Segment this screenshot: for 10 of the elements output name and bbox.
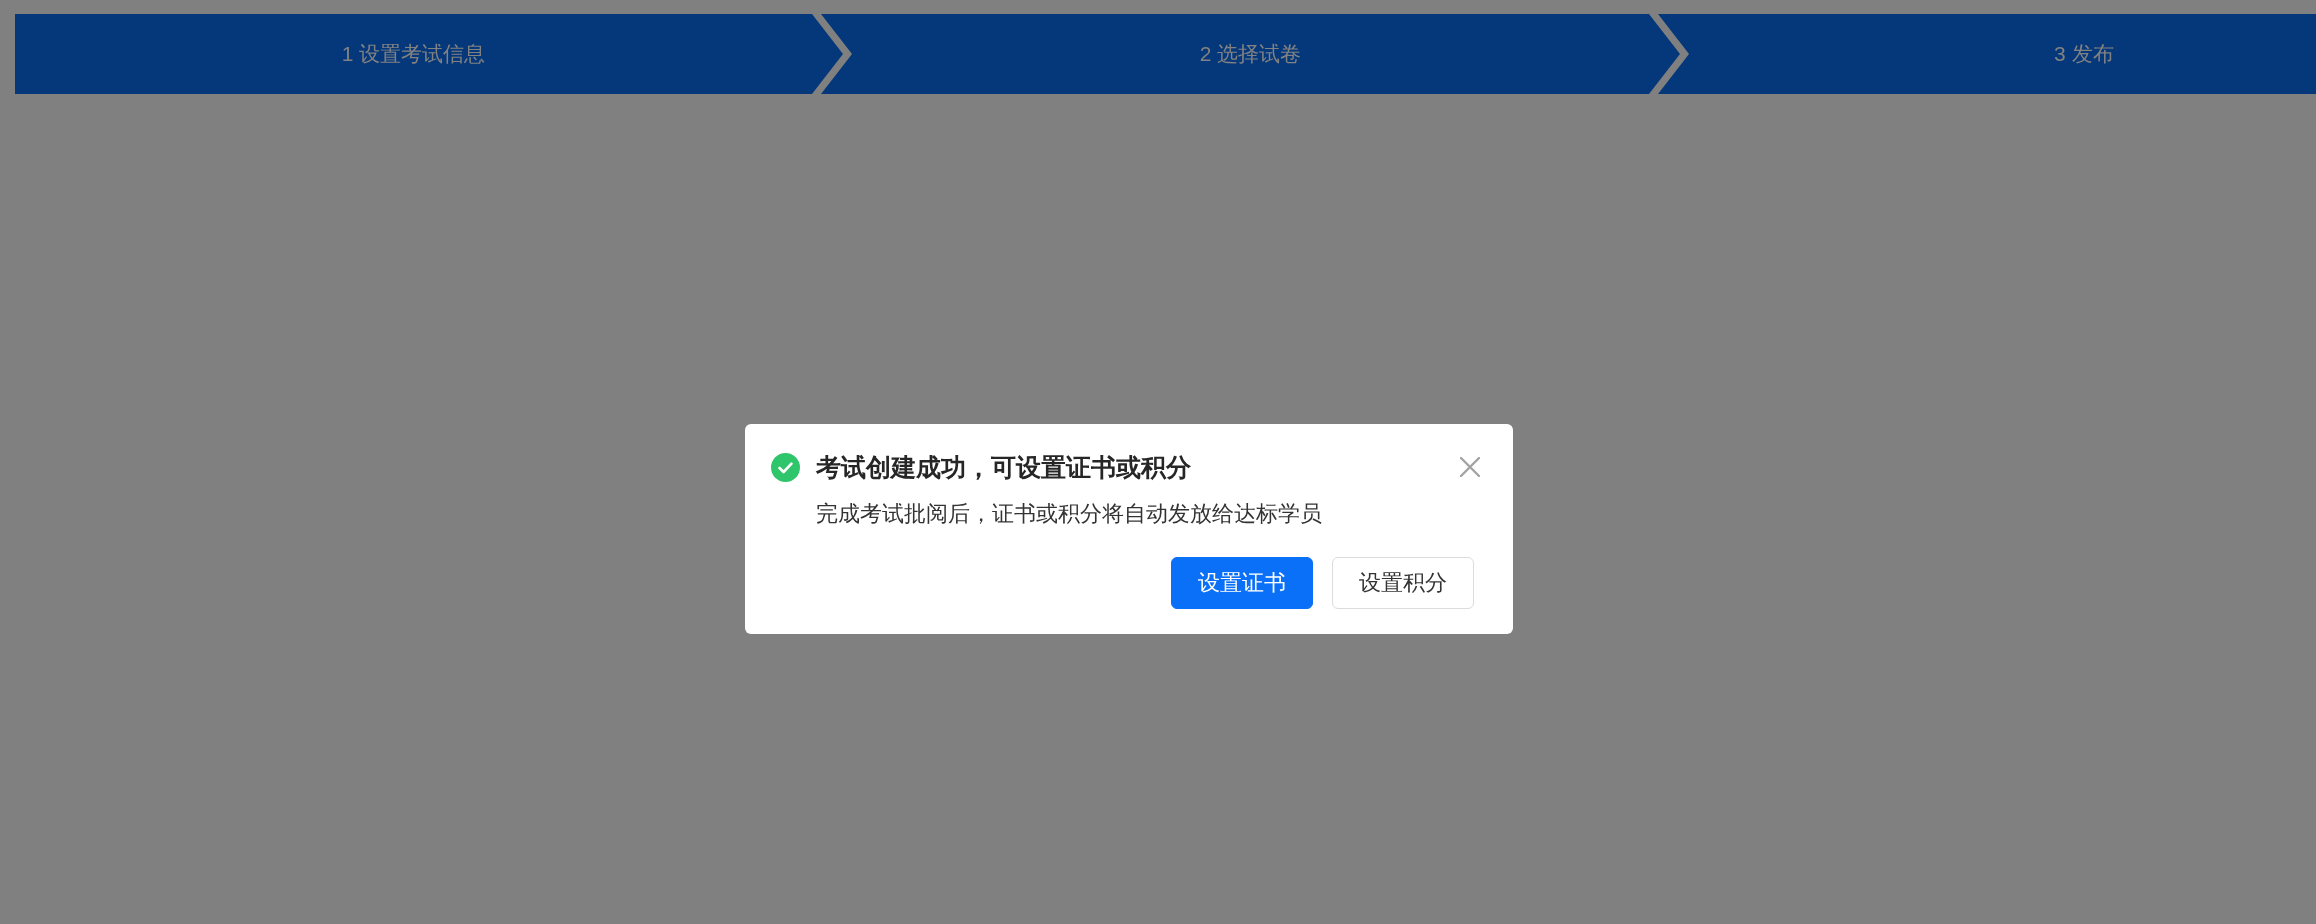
close-icon	[1460, 457, 1480, 477]
check-circle-icon	[771, 452, 800, 482]
wizard-step: 1 设置考试信息	[15, 14, 843, 94]
wizard-step: 2 选择试卷	[821, 14, 1680, 94]
primary-button[interactable]: 设置证书	[1171, 557, 1313, 609]
dialog-title: 考试创建成功，可设置证书或积分	[816, 452, 1191, 482]
secondary-button[interactable]: 设置积分	[1332, 557, 1474, 609]
dialog-message: 完成考试批阅后，证书或积分将自动发放给达标学员	[816, 500, 1323, 528]
close-button[interactable]	[1460, 457, 1480, 477]
wizard-step: 3 发布	[1658, 14, 2316, 94]
